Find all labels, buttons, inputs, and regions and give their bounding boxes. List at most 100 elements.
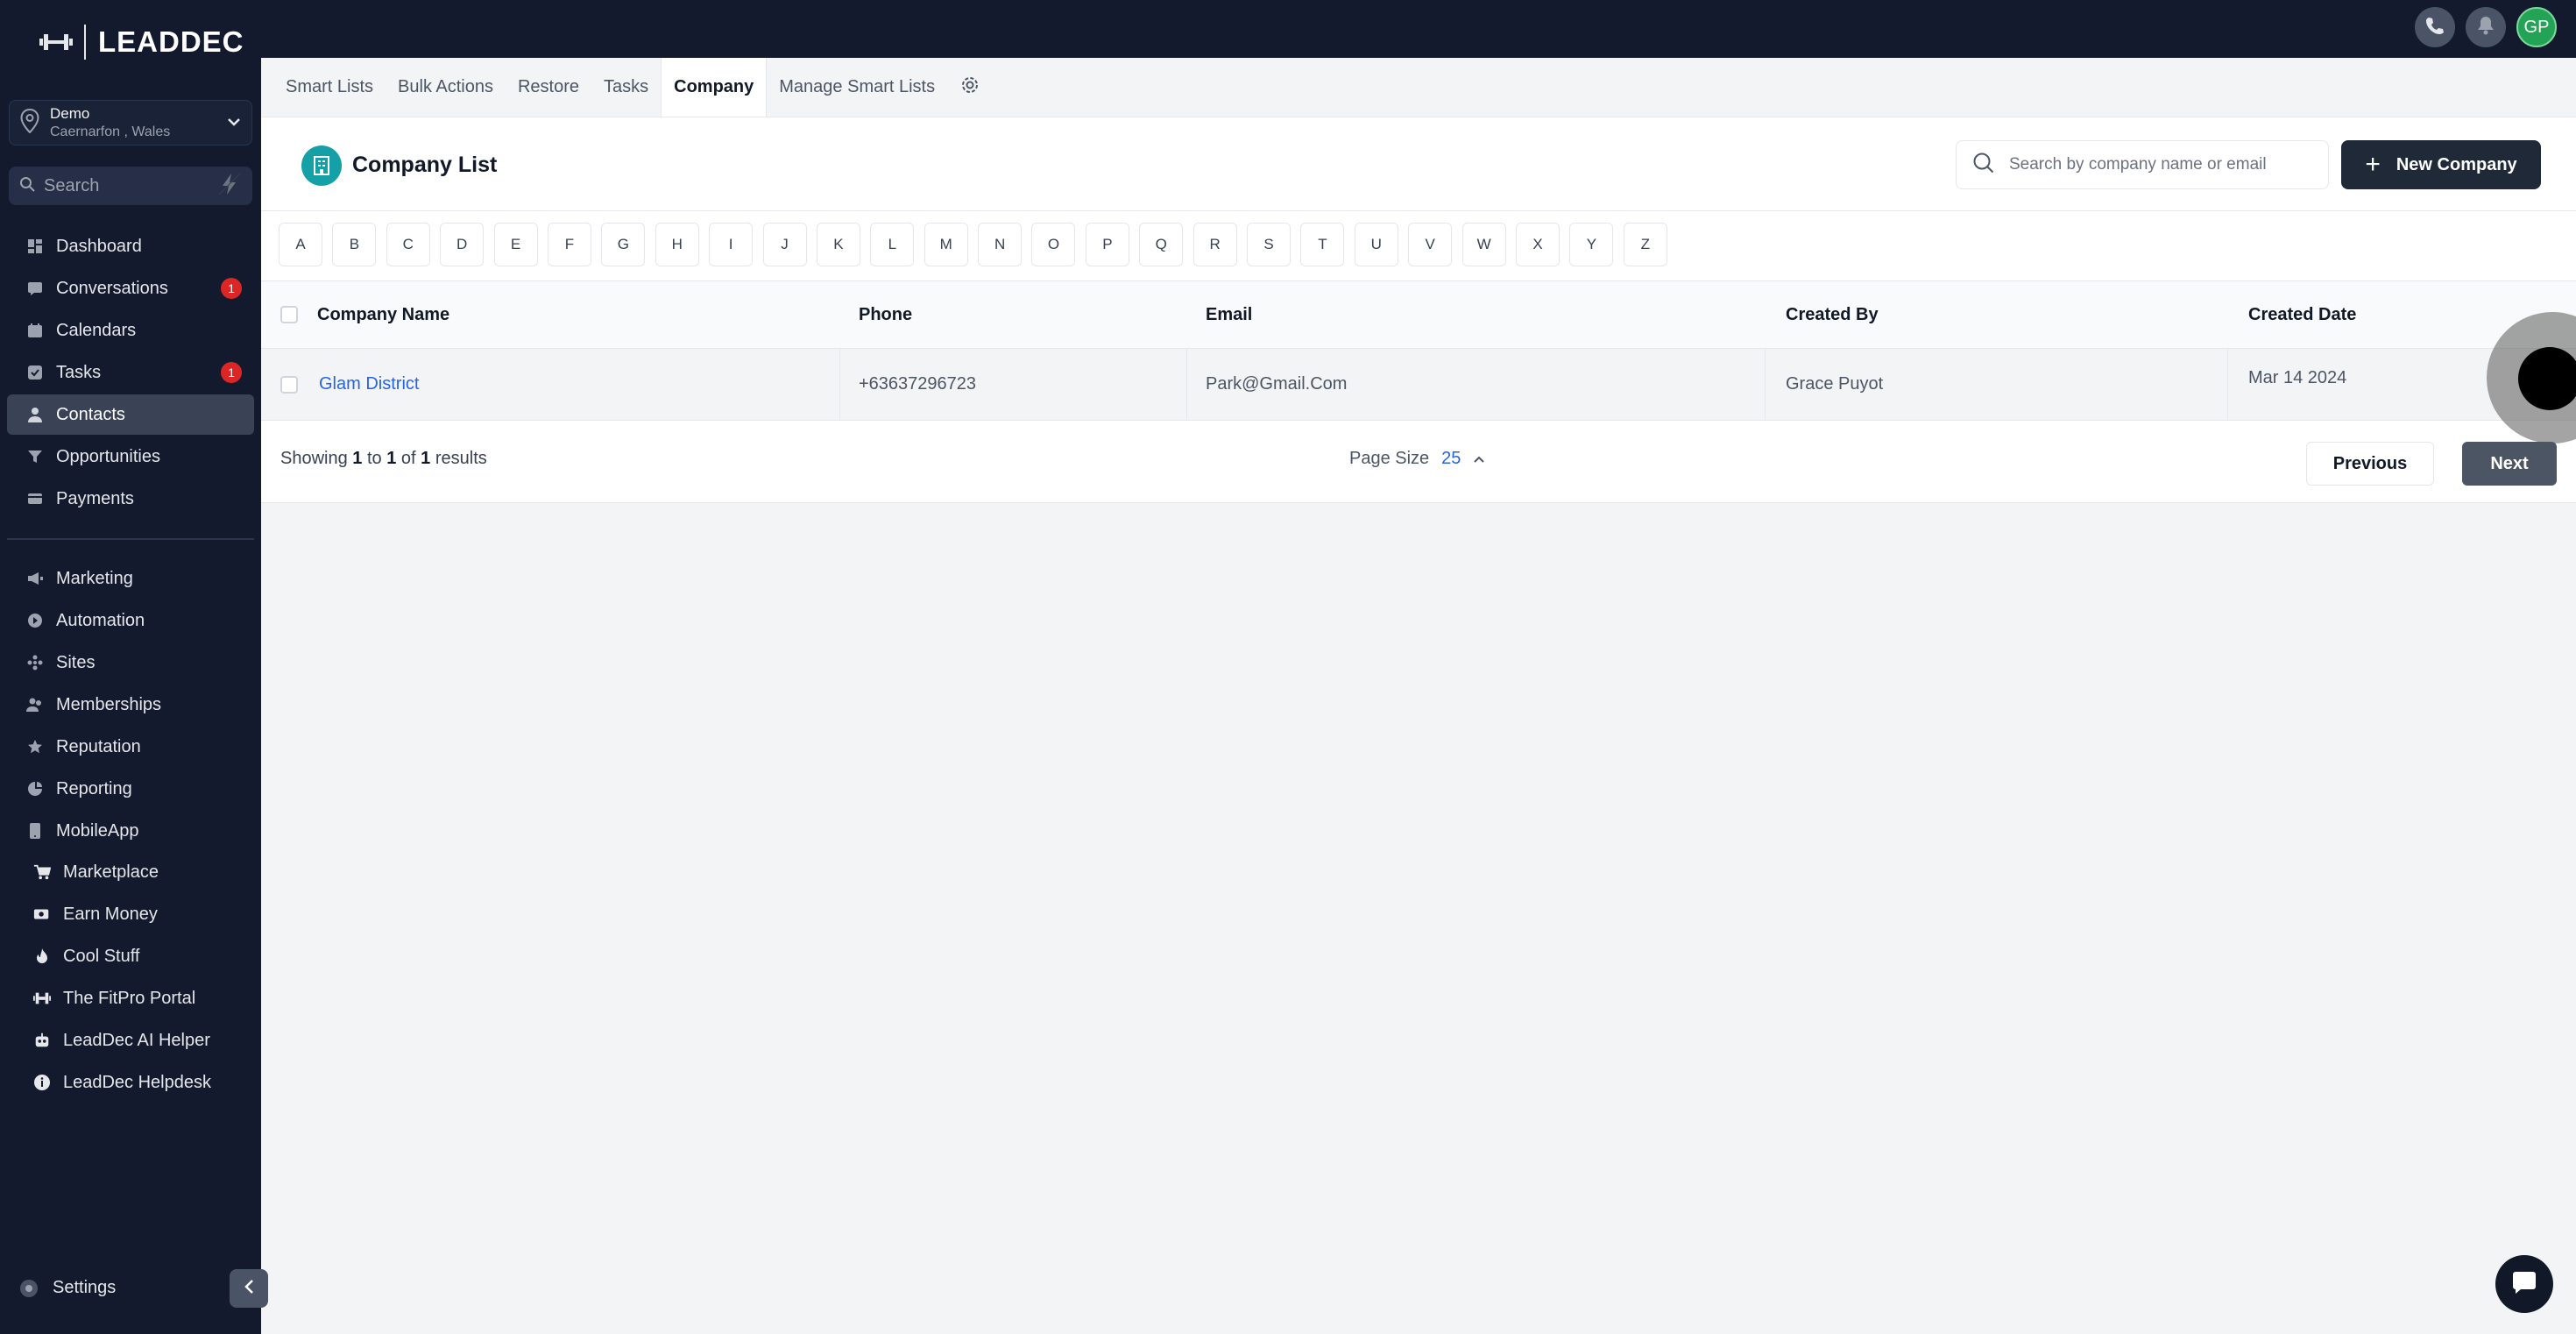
of-label: of <box>400 449 416 468</box>
alphabet-filter-i[interactable]: I <box>709 223 754 266</box>
column-created-date[interactable]: Created Date <box>2248 281 2356 348</box>
alphabet-filter-k[interactable]: K <box>816 223 860 266</box>
previous-button[interactable]: Previous <box>2306 442 2434 486</box>
sidebar-item-contacts[interactable]: Contacts <box>7 394 254 435</box>
user-avatar[interactable]: GP <box>2516 7 2557 47</box>
sidebar-item-automation[interactable]: Automation <box>7 600 254 641</box>
new-company-button[interactable]: + New Company <box>2341 140 2541 189</box>
sidebar-item-dashboard[interactable]: Dashboard <box>7 226 254 266</box>
next-button[interactable]: Next <box>2462 442 2557 486</box>
column-created-by[interactable]: Created By <box>1786 281 1879 348</box>
row-checkbox[interactable] <box>280 349 298 420</box>
alphabet-filter-h[interactable]: H <box>655 223 699 266</box>
task-badge: 1 <box>221 362 242 383</box>
alphabet-filter-g[interactable]: G <box>601 223 646 266</box>
sidebar-item-label: Cool Stuff <box>63 946 140 966</box>
tab-settings-button[interactable] <box>947 58 993 117</box>
phone-cell: +63637296723 <box>859 374 977 394</box>
alphabet-filter-d[interactable]: D <box>440 223 485 266</box>
results-label: results <box>435 449 487 468</box>
alphabet-filter-j[interactable]: J <box>762 223 807 266</box>
dashboard-icon <box>26 238 44 255</box>
sites-icon <box>26 654 44 671</box>
tab-restore[interactable]: Restore <box>506 58 591 117</box>
sidebar-search[interactable]: Search <box>9 167 252 205</box>
robot-icon <box>33 1032 51 1049</box>
location-address: Caernarfon , Wales <box>50 124 171 139</box>
alphabet-filter-n[interactable]: N <box>978 223 1023 266</box>
phone-button[interactable] <box>2415 7 2455 47</box>
alphabet-filter-r[interactable]: R <box>1192 223 1237 266</box>
search-icon <box>1972 152 1995 179</box>
location-switcher[interactable]: Demo Caernarfon , Wales <box>9 100 252 145</box>
alphabet-filter-t[interactable]: T <box>1300 223 1345 266</box>
column-company-name[interactable]: Company Name <box>317 281 449 348</box>
brand-logo[interactable]: LEADDEC <box>39 23 244 61</box>
chevron-up-icon <box>1473 449 1485 469</box>
tab-tasks[interactable]: Tasks <box>591 58 661 117</box>
alphabet-filter-u[interactable]: U <box>1354 223 1398 266</box>
alphabet-filter-o[interactable]: O <box>1031 223 1076 266</box>
chat-widget-button[interactable] <box>2495 1255 2553 1313</box>
page-size-label: Page Size <box>1349 449 1430 468</box>
alphabet-filter-a[interactable]: A <box>279 223 322 266</box>
sidebar-item-sites[interactable]: Sites <box>7 642 254 683</box>
sidebar-item-conversations[interactable]: Conversations 1 <box>7 268 254 309</box>
checkbox-icon <box>26 364 44 381</box>
info-icon <box>33 1074 51 1091</box>
alphabet-filter-f[interactable]: F <box>547 223 591 266</box>
tab-company[interactable]: Company <box>661 58 768 117</box>
checkbox[interactable] <box>280 306 298 323</box>
star-icon <box>26 738 44 756</box>
alphabet-filter-z[interactable]: Z <box>1623 223 1667 266</box>
sidebar-item-cool-stuff[interactable]: Cool Stuff <box>7 936 254 976</box>
alphabet-filter-x[interactable]: X <box>1515 223 1560 266</box>
alphabet-filter-e[interactable]: E <box>493 223 538 266</box>
alphabet-filter-q[interactable]: Q <box>1139 223 1184 266</box>
sidebar-item-mobileapp[interactable]: MobileApp <box>7 811 254 851</box>
sidebar-item-opportunities[interactable]: Opportunities <box>7 436 254 477</box>
company-search-input[interactable]: Search by company name or email <box>1956 140 2329 189</box>
table-row[interactable]: Glam District +63637296723 Park@Gmail.Co… <box>261 349 2576 421</box>
checkbox[interactable] <box>280 375 298 394</box>
notifications-button[interactable] <box>2466 7 2506 47</box>
tab-bulk-actions[interactable]: Bulk Actions <box>386 58 506 117</box>
alphabet-filter-l[interactable]: L <box>870 223 915 266</box>
collapse-sidebar-button[interactable] <box>230 1269 268 1308</box>
sidebar-item-reporting[interactable]: Reporting <box>7 769 254 809</box>
sidebar-item-settings[interactable]: Settings <box>19 1278 116 1298</box>
column-phone[interactable]: Phone <box>859 281 912 348</box>
sidebar-item-earn-money[interactable]: Earn Money <box>7 894 254 934</box>
alphabet-filter-m[interactable]: M <box>924 223 968 266</box>
sidebar-item-reputation[interactable]: Reputation <box>7 727 254 767</box>
filter-icon <box>26 448 44 465</box>
sidebar-item-fitpro-portal[interactable]: The FitPro Portal <box>7 978 254 1018</box>
alphabet-filter-s[interactable]: S <box>1247 223 1292 266</box>
select-all-checkbox[interactable] <box>280 281 298 348</box>
tab-smart-lists[interactable]: Smart Lists <box>273 58 386 117</box>
tab-manage-smart-lists[interactable]: Manage Smart Lists <box>767 58 947 117</box>
dumbbell-logo-icon <box>39 29 74 55</box>
alphabet-filter-b[interactable]: B <box>332 223 377 266</box>
sidebar-item-label: Marketplace <box>63 862 159 882</box>
sidebar-item-payments[interactable]: Payments <box>7 479 254 519</box>
company-name-link[interactable]: Glam District <box>319 349 419 420</box>
alphabet-filter-v[interactable]: V <box>1408 223 1453 266</box>
sidebar-item-memberships[interactable]: Memberships <box>7 685 254 725</box>
sidebar-item-marketing[interactable]: Marketing <box>7 558 254 599</box>
page-size-selector[interactable]: Page Size 25 <box>1349 449 1485 469</box>
sidebar-item-calendars[interactable]: Calendars <box>7 310 254 351</box>
alphabet-filter-c[interactable]: C <box>386 223 430 266</box>
chevron-down-icon <box>227 115 241 131</box>
column-email[interactable]: Email <box>1206 281 1252 348</box>
sidebar-item-tasks[interactable]: Tasks 1 <box>7 352 254 393</box>
sidebar-item-helpdesk[interactable]: LeadDec Helpdesk <box>7 1062 254 1103</box>
nav-tertiary: Marketplace Earn Money Cool Stuff The Fi… <box>7 852 254 1104</box>
page-size-value[interactable]: 25 <box>1441 449 1461 469</box>
alphabet-filter-p[interactable]: P <box>1085 223 1129 266</box>
sidebar-item-ai-helper[interactable]: LeadDec AI Helper <box>7 1020 254 1061</box>
alphabet-filter-y[interactable]: Y <box>1569 223 1614 266</box>
sidebar-item-marketplace[interactable]: Marketplace <box>7 852 254 892</box>
lightning-icon[interactable] <box>217 172 242 201</box>
alphabet-filter-w[interactable]: W <box>1461 223 1506 266</box>
